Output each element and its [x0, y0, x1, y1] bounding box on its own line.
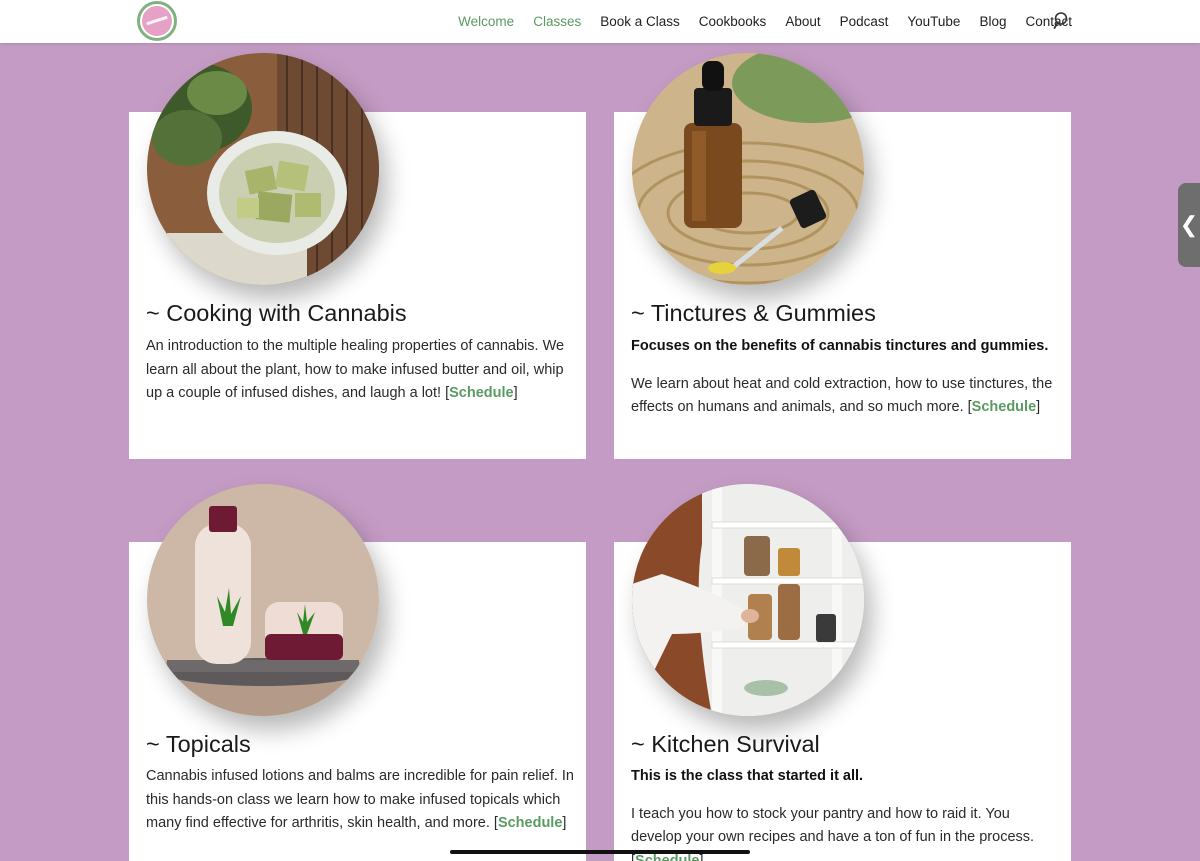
nav-blog[interactable]: Blog	[979, 14, 1006, 29]
nav-about[interactable]: About	[785, 14, 820, 29]
chevron-left-icon: ❮	[1179, 212, 1199, 237]
site-logo[interactable]	[137, 1, 177, 41]
main-nav: Welcome Classes Book a Class Cookbooks A…	[439, 0, 1072, 43]
search-icon[interactable]	[1052, 11, 1070, 31]
card-lead: This is the class that started it all.	[631, 768, 864, 784]
home-indicator	[450, 850, 750, 854]
schedule-link-topicals[interactable]: Schedule	[498, 815, 562, 831]
card-body-kitchen: This is the class that started it all. I…	[631, 765, 1061, 861]
card-title-kitchen: ~ Kitchen Survival	[631, 731, 820, 757]
cooking-class-image	[147, 53, 379, 285]
nav-cookbooks[interactable]: Cookbooks	[699, 14, 767, 29]
schedule-link-cooking[interactable]: Schedule	[449, 385, 513, 401]
nav-youtube[interactable]: YouTube	[907, 14, 960, 29]
nav-podcast[interactable]: Podcast	[840, 14, 889, 29]
side-panel-toggle[interactable]: ❮	[1178, 183, 1200, 267]
card-title-topicals: ~ Topicals	[146, 731, 251, 757]
kitchen-class-image	[632, 484, 864, 716]
card-body-tinctures: Focuses on the benefits of cannabis tinc…	[631, 335, 1061, 420]
schedule-link-tinctures[interactable]: Schedule	[972, 399, 1036, 415]
nav-classes[interactable]: Classes	[533, 14, 581, 29]
card-body-topicals: Cannabis infused lotions and balms are i…	[146, 765, 576, 836]
site-header: Welcome Classes Book a Class Cookbooks A…	[0, 0, 1200, 43]
card-title-tinctures: ~ Tinctures & Gummies	[631, 300, 876, 326]
tinctures-class-image	[632, 53, 864, 285]
nav-welcome[interactable]: Welcome	[458, 14, 514, 29]
logo-mark	[142, 6, 172, 36]
bracket-close: ]	[562, 815, 567, 831]
card-body-cooking: An introduction to the multiple healing …	[146, 335, 576, 406]
bracket-close: ]	[1036, 399, 1041, 415]
bracket-close: ]	[513, 385, 518, 401]
topicals-class-image	[147, 484, 379, 716]
card-lead: Focuses on the benefits of cannabis tinc…	[631, 338, 1049, 354]
nav-book-a-class[interactable]: Book a Class	[600, 14, 680, 29]
card-title-cooking: ~ Cooking with Cannabis	[146, 300, 407, 326]
